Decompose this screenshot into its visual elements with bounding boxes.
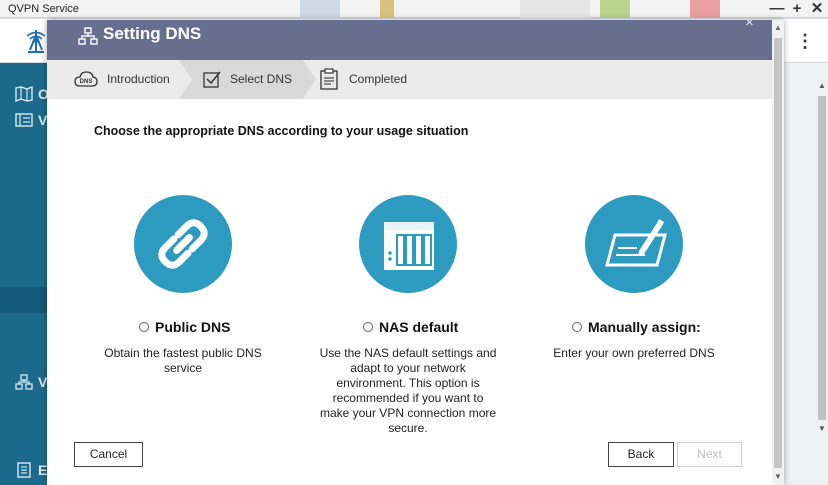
option-nas-default[interactable]: NAS default Use the NAS default settings…: [317, 195, 507, 445]
window-titlebar: QVPN Service — + ✕: [0, 0, 828, 18]
dialog-scrollbar-thumb[interactable]: [774, 38, 782, 468]
app-scrollbar-thumb[interactable]: [818, 96, 826, 420]
option-title: NAS default: [379, 319, 459, 335]
option-title: Manually assign:: [588, 319, 701, 335]
pen-form-icon: [605, 219, 667, 267]
map-icon: [15, 86, 33, 102]
step-completed: Completed: [317, 60, 477, 99]
public-dns-radio[interactable]: [139, 322, 149, 332]
dialog-title: Setting DNS: [103, 24, 202, 43]
dialog-scrollbar[interactable]: ▲ ▼: [772, 20, 784, 485]
more-menu-icon[interactable]: ⋮: [796, 29, 814, 53]
minimize-button[interactable]: —: [768, 0, 786, 18]
nas-icon: [384, 222, 434, 270]
sidebar-item-overview[interactable]: O: [12, 83, 49, 105]
instruction-text: Choose the appropriate DNS according to …: [94, 124, 469, 138]
background-artwork: [300, 0, 340, 18]
sidebar-item-event-log[interactable]: E: [12, 459, 48, 481]
step-introduction: DNS Introduction: [47, 60, 192, 99]
scroll-up-arrow-icon[interactable]: ▲: [772, 22, 784, 34]
sidebar-item-label: V: [38, 112, 48, 128]
option-description: Enter your own preferred DNS: [553, 346, 715, 360]
manually-assign-radio[interactable]: [572, 322, 582, 332]
option-description: Use the NAS default settings and adapt t…: [319, 346, 497, 435]
step-label: Select DNS: [230, 72, 293, 86]
app-sidebar: O V V E: [0, 63, 49, 485]
sidebar-item-vpn-server[interactable]: V: [12, 109, 48, 131]
setting-dns-dialog: Setting DNS × ▲ ▼ DNS Introduction Selec…: [47, 20, 784, 485]
scroll-down-arrow-icon[interactable]: ▼: [816, 423, 828, 435]
manual-assign-illustration: [585, 195, 683, 293]
network-icon: [78, 26, 98, 51]
background-artwork: [520, 0, 590, 18]
scroll-down-arrow-icon[interactable]: ▼: [772, 471, 784, 483]
nas-default-illustration: [359, 195, 457, 293]
sidebar-selection-highlight: [0, 287, 48, 313]
clipboard-icon: [320, 68, 338, 95]
window-title: QVPN Service: [8, 3, 79, 15]
qvpn-logo-icon: [22, 27, 50, 55]
background-artwork: [600, 0, 630, 18]
next-button[interactable]: Next: [677, 442, 742, 467]
document-icon: [17, 462, 31, 478]
option-description: Obtain the fastest public DNS service: [104, 346, 262, 375]
step-label: Introduction: [107, 72, 170, 86]
close-button[interactable]: ✕: [808, 0, 826, 18]
step-select-dns: Select DNS: [179, 60, 317, 99]
back-button[interactable]: Back: [608, 442, 674, 467]
background-artwork: [690, 0, 720, 18]
cancel-button[interactable]: Cancel: [74, 442, 143, 467]
option-public-dns[interactable]: Public DNS Obtain the fastest public DNS…: [92, 195, 282, 445]
dns-cloud-icon: DNS: [74, 70, 98, 93]
step-label: Completed: [349, 72, 408, 86]
public-dns-illustration: [134, 195, 232, 293]
checkbox-icon: [203, 70, 221, 93]
nas-default-radio[interactable]: [363, 322, 373, 332]
sidebar-item-label: E: [38, 462, 48, 478]
dns-icon-text: DNS: [80, 79, 93, 85]
background-artwork: [380, 0, 394, 18]
network-icon: [15, 374, 33, 390]
option-title: Public DNS: [155, 319, 231, 335]
sidebar-item-label: V: [38, 374, 48, 390]
scroll-up-arrow-icon[interactable]: ▲: [816, 80, 828, 92]
option-manually-assign[interactable]: Manually assign: Enter your own preferre…: [543, 195, 733, 445]
list-icon: [15, 113, 33, 127]
dialog-header: Setting DNS ×: [47, 20, 772, 60]
maximize-button[interactable]: +: [788, 0, 806, 18]
wizard-steps: DNS Introduction Select DNS Completed: [47, 60, 772, 99]
sidebar-item-vpn-client[interactable]: V: [12, 371, 48, 393]
link-icon: [158, 219, 208, 269]
close-icon[interactable]: ×: [745, 20, 754, 31]
